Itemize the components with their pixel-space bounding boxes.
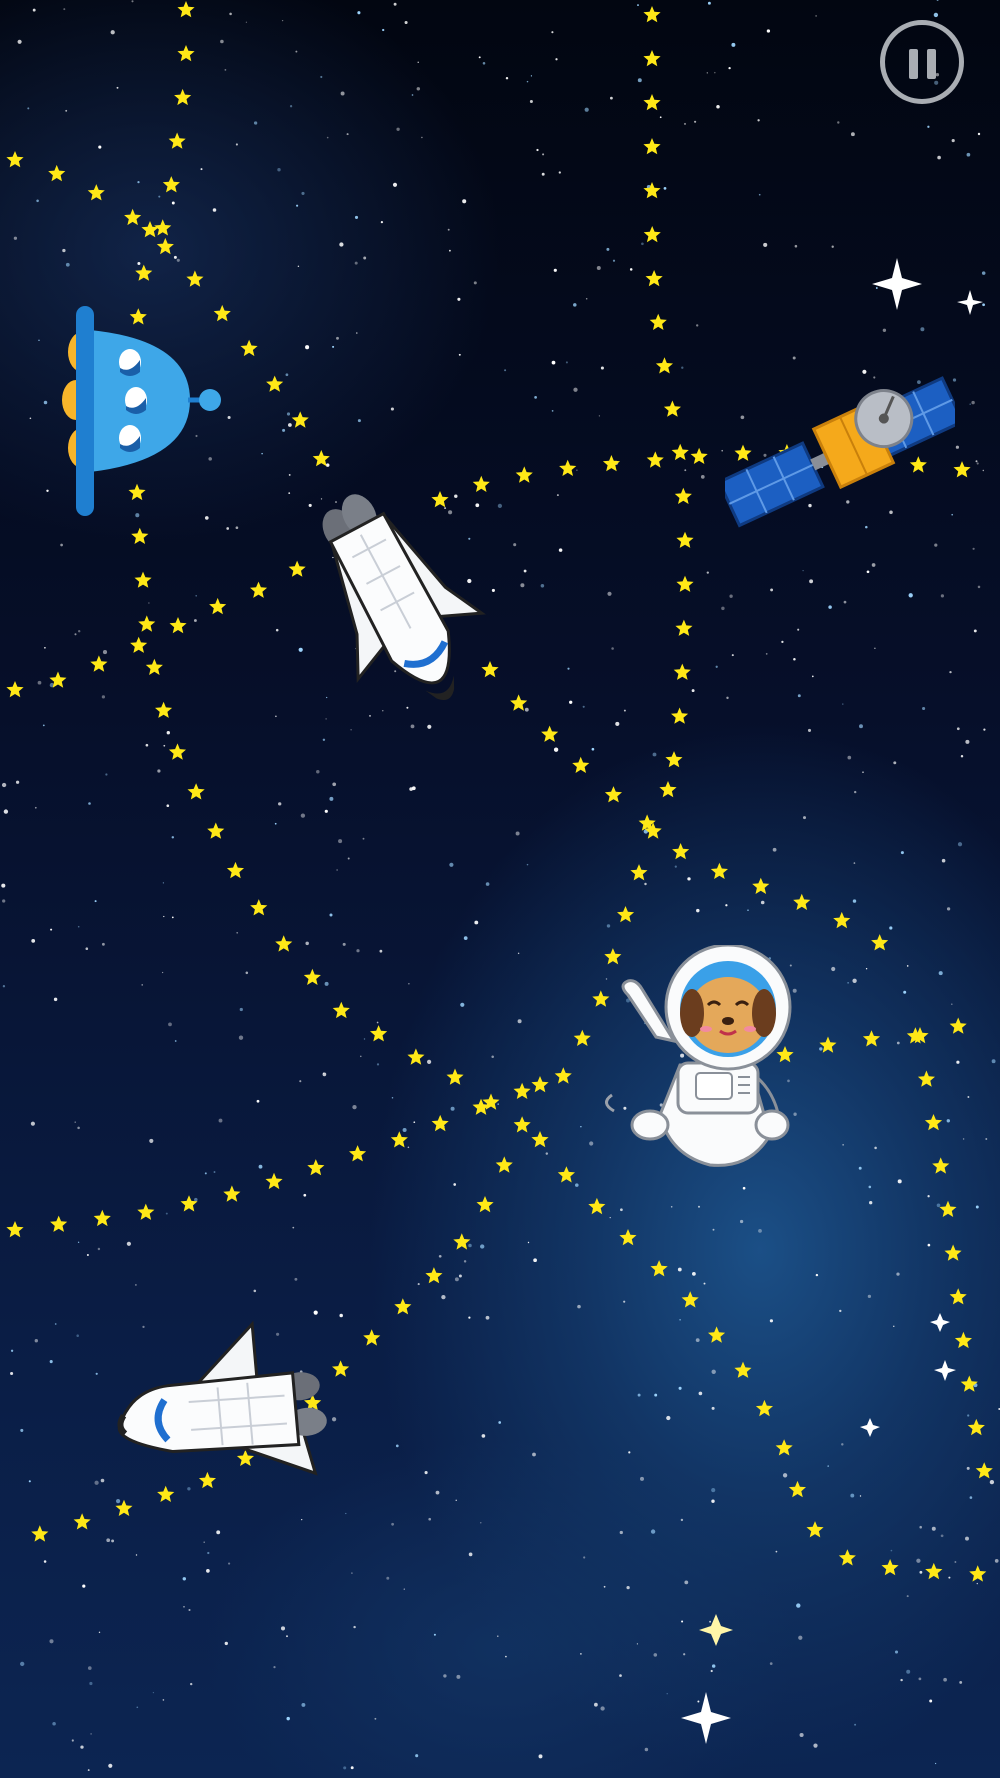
sparkle-icon — [957, 290, 983, 315]
sparkle-icon — [934, 1360, 956, 1381]
pause-icon — [927, 49, 936, 79]
game-canvas[interactable] — [0, 0, 1000, 1778]
sparkle-icon — [699, 1614, 733, 1646]
astronaut-dog-icon[interactable] — [600, 945, 810, 1175]
satellite-icon[interactable] — [725, 350, 955, 550]
sparkle-icon — [860, 1418, 880, 1437]
sparkle-icon — [930, 1313, 950, 1332]
sparkle-icon — [872, 258, 922, 310]
sparkles — [681, 258, 983, 1744]
space-shuttle-icon[interactable] — [300, 480, 500, 720]
pause-button[interactable] — [880, 20, 964, 104]
ufo-icon[interactable] — [50, 300, 230, 520]
space-shuttle-icon[interactable] — [110, 1320, 360, 1510]
pause-icon — [909, 49, 918, 79]
sparkle-icon — [681, 1692, 731, 1744]
